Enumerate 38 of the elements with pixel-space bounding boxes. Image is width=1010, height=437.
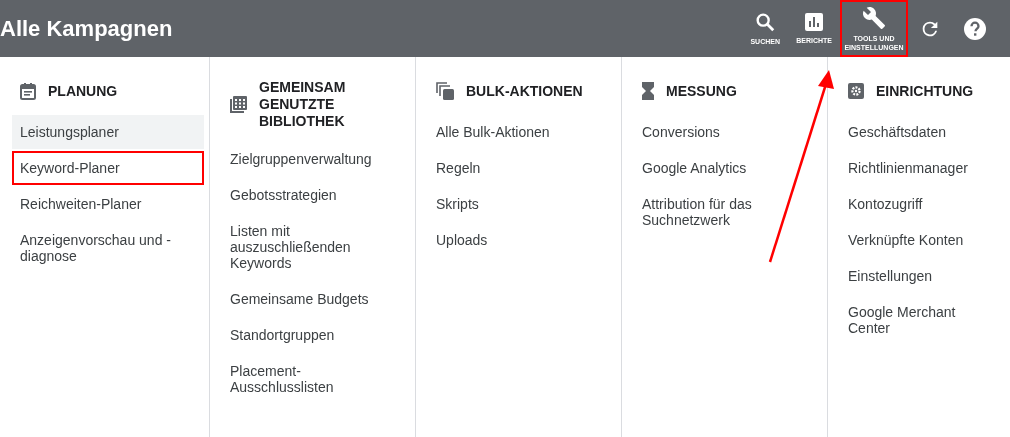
grid-stack-icon [230,96,247,113]
menu-item[interactable]: Richtlinienmanager [840,151,1010,185]
section-heading: GEMEINSAM GENUTZTE BIBLIOTHEK [259,79,347,130]
menu-item[interactable]: Google Merchant Center [840,295,970,345]
menu-item[interactable]: Regeln [428,151,620,185]
section-heading: PLANUNG [48,82,118,100]
menu-item[interactable]: Einstellungen [840,259,1010,293]
hourglass-icon [642,82,654,100]
menu-item[interactable]: Kontozugriff [840,187,1010,221]
menu-item[interactable]: Anzeigenvorschau und -diagnose [12,223,197,273]
menu-item[interactable]: Leistungsplaner [12,115,204,149]
help-icon [963,16,987,41]
section-heading: BULK-AKTIONEN [466,82,583,100]
bar-chart-icon [804,12,825,32]
menu-item[interactable]: Skripts [428,187,620,221]
menu-item[interactable]: Uploads [428,223,620,257]
menu-item[interactable]: Conversions [634,115,784,149]
menu-item[interactable]: Zielgruppenverwaltung [222,142,392,176]
copies-icon [436,82,454,100]
gear-icon [848,83,864,99]
menu-item[interactable]: Placement-Ausschlusslisten [222,354,392,404]
wrench-icon [862,5,886,30]
menu-item[interactable]: Alle Bulk-Aktionen [428,115,620,149]
menu-item[interactable]: Gemeinsame Budgets [222,282,392,316]
menu-item[interactable]: Keyword-Planer [12,151,204,185]
calendar-icon [20,82,36,100]
menu-item[interactable]: Google Analytics [634,151,784,185]
menu-item[interactable]: Standortgruppen [222,318,392,352]
section-heading: MESSUNG [666,82,737,100]
search-icon [754,11,777,33]
section-heading: EINRICHTUNG [876,82,974,100]
menu-item[interactable]: Attribution für das Suchnetzwerk [634,187,784,237]
menu-item[interactable]: Verknüpfte Konten [840,223,1010,257]
page-title: Alle Kampagnen [0,15,174,42]
menu-item[interactable]: Reichweiten-Planer [12,187,204,221]
menu-item[interactable]: Geschäftsdaten [840,115,1010,149]
menu-item[interactable]: Gebotsstrategien [222,178,392,212]
menu-item[interactable]: Listen mit auszuschließenden Keywords [222,214,392,280]
